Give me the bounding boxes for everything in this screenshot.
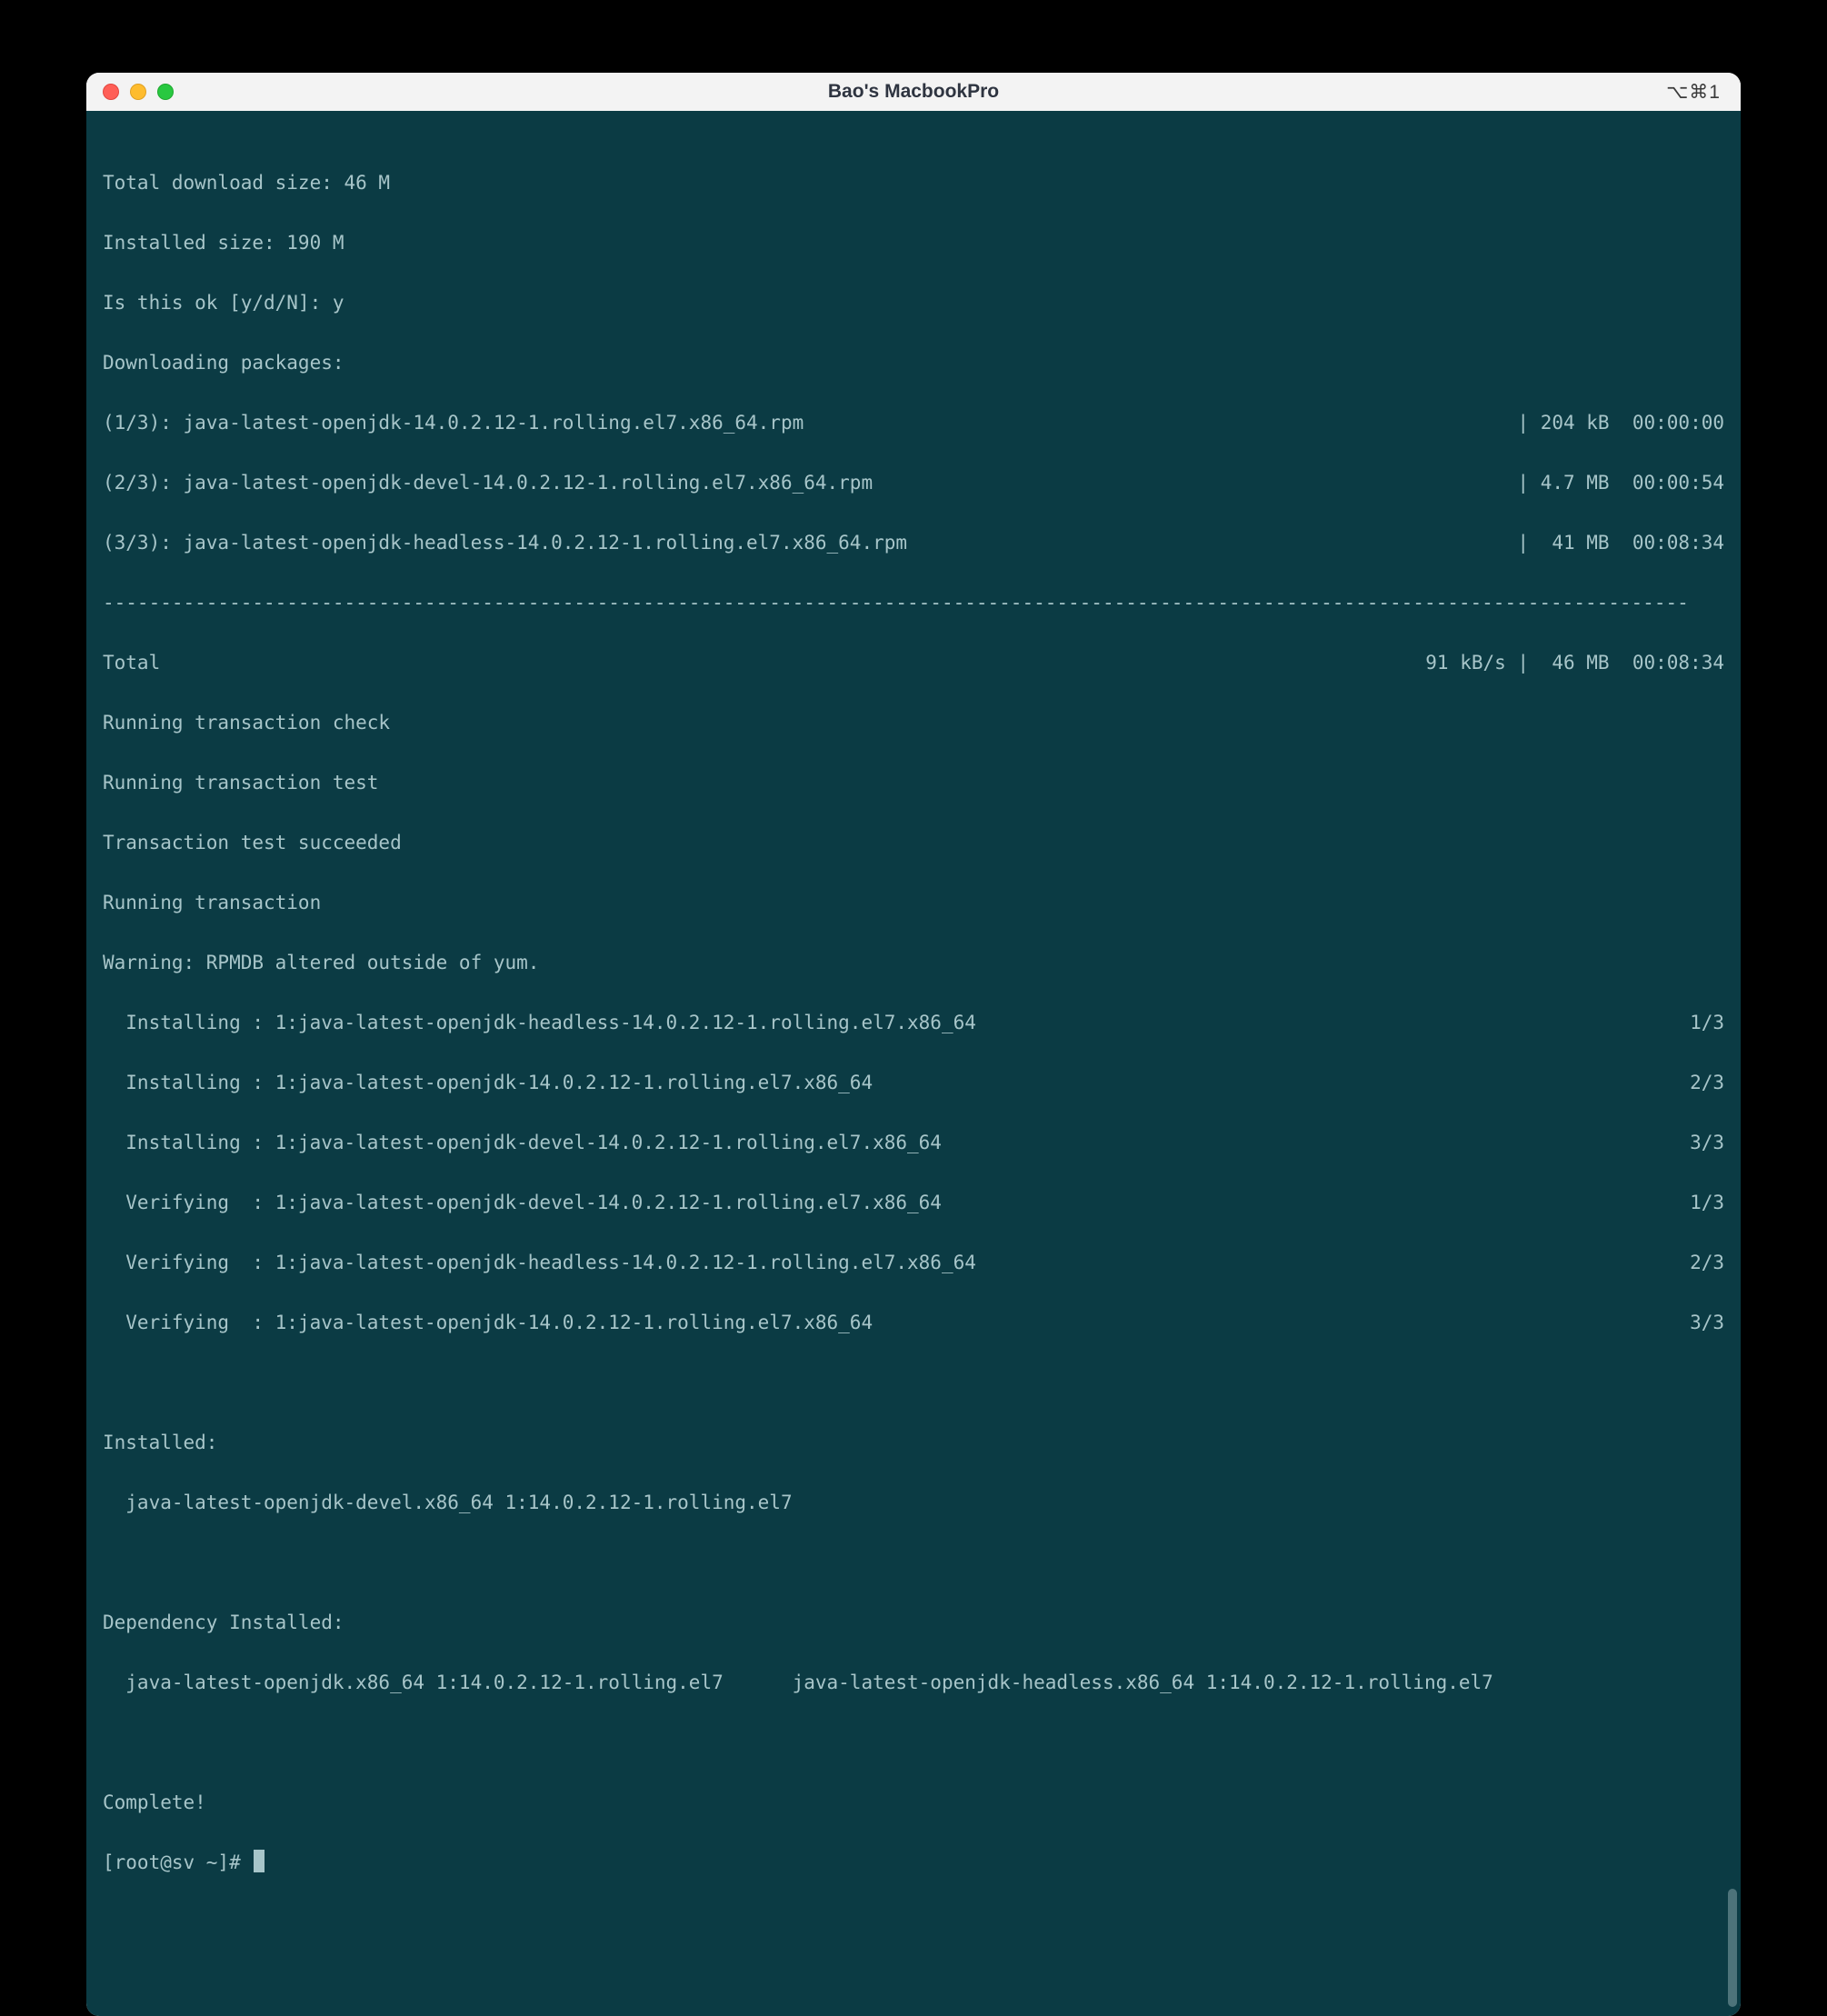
blank-line-1 [103,1368,1724,1398]
dependency-packages: java-latest-openjdk.x86_64 1:14.0.2.12-1… [103,1668,1724,1698]
install-1-count: 1/3 [1690,1008,1724,1038]
blank-line-3 [103,1728,1724,1758]
pkg-1-stats: | 204 kB 00:00:00 [1517,408,1724,438]
shell-prompt: [root@sv ~]# [103,1851,252,1873]
traffic-lights [103,84,174,100]
pkg-2-stats: | 4.7 MB 00:00:54 [1517,468,1724,498]
pkg-row-3: (3/3): java-latest-openjdk-headless-14.0… [103,528,1724,558]
install-3-text: Installing : 1:java-latest-openjdk-devel… [103,1128,942,1158]
verify-3-text: Verifying : 1:java-latest-openjdk-14.0.2… [103,1308,873,1338]
pkg-1-name: (1/3): java-latest-openjdk-14.0.2.12-1.r… [103,408,804,438]
install-2-count: 2/3 [1690,1068,1724,1098]
minimize-button[interactable] [130,84,146,100]
line-run-check: Running transaction check [103,708,1724,738]
install-row-3: Installing : 1:java-latest-openjdk-devel… [103,1128,1724,1158]
close-button[interactable] [103,84,119,100]
shell-prompt-line: [root@sv ~]# [103,1848,1724,1878]
verify-row-2: Verifying : 1:java-latest-openjdk-headle… [103,1248,1724,1278]
install-1-text: Installing : 1:java-latest-openjdk-headl… [103,1008,976,1038]
install-row-2: Installing : 1:java-latest-openjdk-14.0.… [103,1068,1724,1098]
pkg-2-name: (2/3): java-latest-openjdk-devel-14.0.2.… [103,468,873,498]
terminal-body[interactable]: Total download size: 46 M Installed size… [86,111,1741,2016]
verify-1-count: 1/3 [1690,1188,1724,1218]
total-stats: 91 kB/s | 46 MB 00:08:34 [1425,648,1724,678]
total-row: Total 91 kB/s | 46 MB 00:08:34 [103,648,1724,678]
verify-3-count: 3/3 [1690,1308,1724,1338]
pkg-row-1: (1/3): java-latest-openjdk-14.0.2.12-1.r… [103,408,1724,438]
window-shortcut-label: ⌥⌘1 [1666,81,1721,104]
line-run-transaction: Running transaction [103,888,1724,918]
pkg-row-2: (2/3): java-latest-openjdk-devel-14.0.2.… [103,468,1724,498]
installed-header: Installed: [103,1428,1724,1458]
line-downloading-header: Downloading packages: [103,348,1724,378]
window-title: Bao's MacbookPro [86,81,1741,103]
line-run-test: Running transaction test [103,768,1724,798]
terminal-window: Bao's MacbookPro ⌥⌘1 Total download size… [86,73,1741,2016]
cursor-icon [254,1850,265,1872]
divider-line: ----------------------------------------… [103,588,1724,618]
total-label: Total [103,648,160,678]
blank-line-2 [103,1548,1724,1578]
complete-line: Complete! [103,1788,1724,1818]
titlebar: Bao's MacbookPro ⌥⌘1 [86,73,1741,111]
zoom-button[interactable] [157,84,174,100]
verify-2-text: Verifying : 1:java-latest-openjdk-headle… [103,1248,976,1278]
pkg-3-name: (3/3): java-latest-openjdk-headless-14.0… [103,528,907,558]
scrollbar[interactable] [1728,120,1737,2007]
line-test-succeeded: Transaction test succeeded [103,828,1724,858]
verify-2-count: 2/3 [1690,1248,1724,1278]
installed-package: java-latest-openjdk-devel.x86_64 1:14.0.… [103,1488,1724,1518]
line-confirm-prompt: Is this ok [y/d/N]: y [103,288,1724,318]
install-row-1: Installing : 1:java-latest-openjdk-headl… [103,1008,1724,1038]
verify-row-1: Verifying : 1:java-latest-openjdk-devel-… [103,1188,1724,1218]
install-2-text: Installing : 1:java-latest-openjdk-14.0.… [103,1068,873,1098]
pkg-3-stats: | 41 MB 00:08:34 [1517,528,1724,558]
verify-row-3: Verifying : 1:java-latest-openjdk-14.0.2… [103,1308,1724,1338]
line-download-size: Total download size: 46 M [103,168,1724,198]
scrollbar-thumb[interactable] [1728,1889,1737,2007]
verify-1-text: Verifying : 1:java-latest-openjdk-devel-… [103,1188,942,1218]
line-installed-size: Installed size: 190 M [103,228,1724,258]
install-3-count: 3/3 [1690,1128,1724,1158]
line-warning: Warning: RPMDB altered outside of yum. [103,948,1724,978]
dependency-header: Dependency Installed: [103,1608,1724,1638]
